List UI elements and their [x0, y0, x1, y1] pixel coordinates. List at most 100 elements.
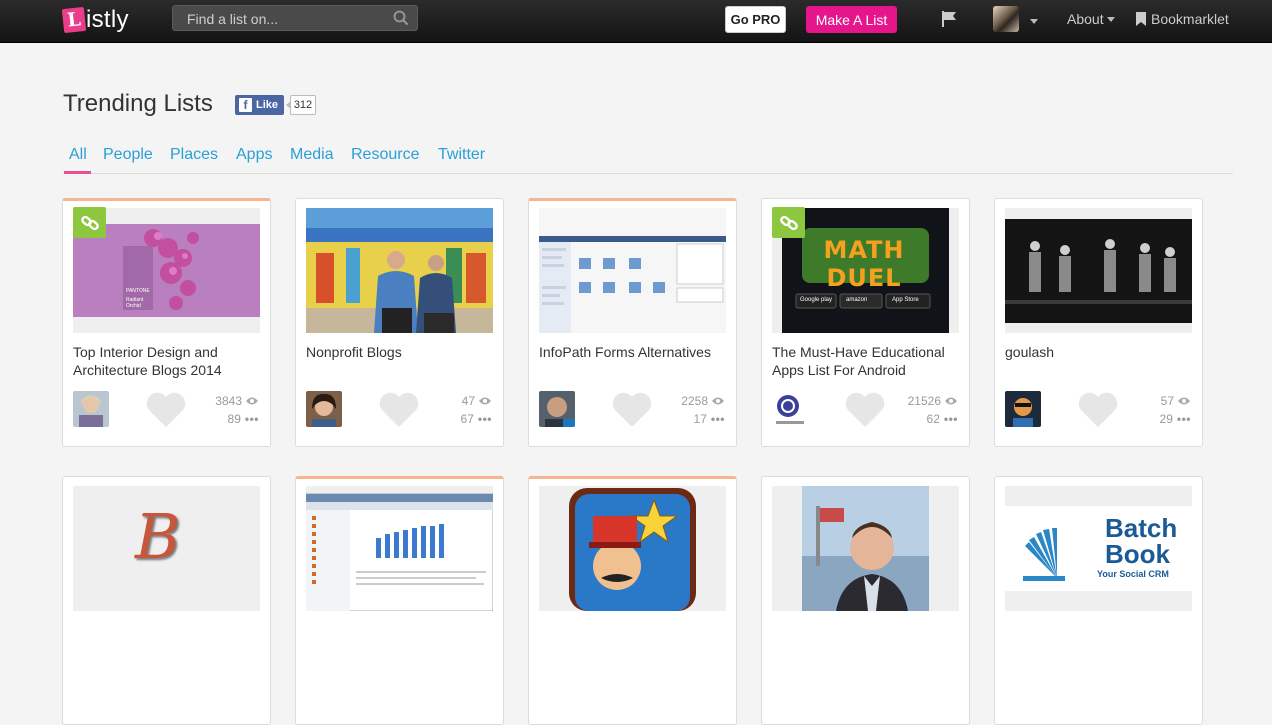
facebook-like-button[interactable]: f Like	[235, 95, 284, 115]
item-count: 17	[693, 412, 707, 426]
list-card[interactable]: MATH DUEL Google play amazon App Store T…	[761, 198, 970, 447]
heart-icon[interactable]	[611, 392, 653, 433]
list-card[interactable]: B	[62, 476, 271, 725]
math-duel-text: MATH DUEL	[823, 236, 905, 292]
link-icon	[73, 207, 106, 238]
about-menu[interactable]: About	[1067, 11, 1115, 27]
pantone-text: PANTONE	[126, 288, 150, 294]
eye-icon	[944, 396, 958, 406]
category-tabs: All People Places Apps Media Resource Tw…	[63, 146, 1233, 174]
list-thumbnail[interactable]	[539, 486, 726, 611]
more-dots-icon[interactable]: •••	[245, 410, 259, 428]
listly-logo[interactable]: L istly	[61, 5, 129, 35]
list-thumbnail[interactable]	[306, 208, 493, 333]
heart-icon[interactable]	[844, 392, 886, 433]
search-icon[interactable]	[393, 10, 409, 31]
list-title[interactable]: goulash	[1005, 343, 1197, 361]
google-play-text: Google play	[800, 297, 833, 303]
more-dots-icon[interactable]: •••	[944, 410, 958, 428]
tab-all[interactable]: All	[64, 146, 91, 174]
list-stats: 21526 62 •••	[908, 392, 958, 428]
logo-text: istly	[86, 6, 129, 33]
make-a-list-button[interactable]: Make A List	[806, 6, 897, 33]
author-avatar[interactable]	[73, 391, 109, 427]
list-title[interactable]: The Must-Have Educational Apps List For …	[772, 343, 964, 379]
list-thumbnail[interactable]	[539, 208, 726, 333]
bookmarklet-label: Bookmarklet	[1151, 11, 1229, 27]
view-count: 47	[461, 394, 475, 408]
user-avatar[interactable]	[993, 6, 1019, 32]
tab-resource[interactable]: Resource	[351, 146, 419, 172]
tab-apps[interactable]: Apps	[236, 146, 272, 172]
about-caret-icon	[1106, 16, 1115, 22]
flag-icon[interactable]	[940, 10, 958, 33]
link-icon	[772, 207, 805, 238]
search-box	[172, 5, 418, 32]
list-thumbnail[interactable]: B	[73, 486, 260, 611]
tab-people[interactable]: People	[103, 146, 153, 172]
item-count: 89	[227, 412, 241, 426]
eye-icon	[478, 396, 492, 406]
go-pro-button[interactable]: Go PRO	[725, 6, 786, 33]
item-count: 29	[1159, 412, 1173, 426]
radiant-orchid-text: Radiant Orchid	[126, 297, 144, 309]
page-title: Trending Lists	[63, 90, 213, 117]
app-store-text: App Store	[892, 297, 919, 303]
list-title[interactable]: Nonprofit Blogs	[306, 343, 498, 361]
item-count: 62	[926, 412, 940, 426]
list-card[interactable]: InfoPath Forms Alternatives 2258 17 •••	[528, 198, 737, 447]
author-avatar[interactable]	[772, 391, 808, 427]
view-count: 21526	[907, 394, 941, 408]
view-count: 3843	[215, 394, 242, 408]
list-thumbnail[interactable]: Batch Book Your Social CRM	[1005, 486, 1192, 611]
bookmark-icon	[1136, 12, 1146, 26]
list-stats: 3843 89 •••	[215, 392, 259, 428]
eye-icon	[1177, 396, 1191, 406]
eye-icon	[245, 396, 259, 406]
amazon-text: amazon	[846, 297, 868, 303]
list-card[interactable]	[295, 476, 504, 725]
tab-twitter[interactable]: Twitter	[438, 146, 485, 172]
bookmarklet-link[interactable]: Bookmarklet	[1135, 11, 1229, 27]
author-avatar[interactable]	[306, 391, 342, 427]
list-card[interactable]: goulash 57 29 •••	[994, 198, 1203, 447]
list-card[interactable]: Nonprofit Blogs 47 67 •••	[295, 198, 504, 447]
list-card[interactable]	[761, 476, 970, 725]
list-card[interactable]	[528, 476, 737, 725]
list-title[interactable]: InfoPath Forms Alternatives	[539, 343, 731, 361]
batch-text: Batch	[1105, 513, 1178, 543]
user-menu-caret-icon[interactable]	[1030, 19, 1038, 24]
facebook-like-count: 312	[286, 95, 316, 115]
tab-media[interactable]: Media	[290, 146, 334, 172]
list-thumbnail[interactable]	[306, 486, 493, 611]
author-avatar[interactable]	[539, 391, 575, 427]
view-count: 2258	[681, 394, 708, 408]
tab-places[interactable]: Places	[170, 146, 218, 172]
facebook-icon: f	[239, 98, 252, 112]
more-dots-icon[interactable]: •••	[478, 410, 492, 428]
view-count: 57	[1160, 394, 1174, 408]
list-title[interactable]: Top Interior Design and Architecture Blo…	[73, 343, 265, 379]
book-text: Book	[1105, 539, 1170, 569]
author-avatar[interactable]	[1005, 391, 1041, 427]
list-thumbnail[interactable]	[1005, 208, 1192, 333]
facebook-like-label: Like	[256, 99, 279, 111]
heart-icon[interactable]	[145, 392, 187, 433]
list-stats: 57 29 •••	[1160, 392, 1191, 428]
list-card[interactable]: PANTONE Radiant Orchid Top Interior Desi…	[62, 198, 271, 447]
eye-icon	[711, 396, 725, 406]
logo-mark: L	[61, 6, 87, 34]
top-navbar: L istly Go PRO Make A List About Bookmar…	[0, 0, 1272, 43]
heart-icon[interactable]	[378, 392, 420, 433]
social-crm-text: Your Social CRM	[1097, 569, 1169, 579]
heart-icon[interactable]	[1077, 392, 1119, 433]
list-thumbnail[interactable]	[772, 486, 959, 611]
search-input[interactable]	[173, 6, 399, 32]
about-label: About	[1067, 11, 1104, 27]
list-card[interactable]: Batch Book Your Social CRM	[994, 476, 1203, 725]
list-stats: 2258 17 •••	[681, 392, 725, 428]
list-stats: 47 67 •••	[461, 392, 492, 428]
more-dots-icon[interactable]: •••	[711, 410, 725, 428]
b-letter-logo: B	[135, 500, 181, 573]
more-dots-icon[interactable]: •••	[1177, 410, 1191, 428]
